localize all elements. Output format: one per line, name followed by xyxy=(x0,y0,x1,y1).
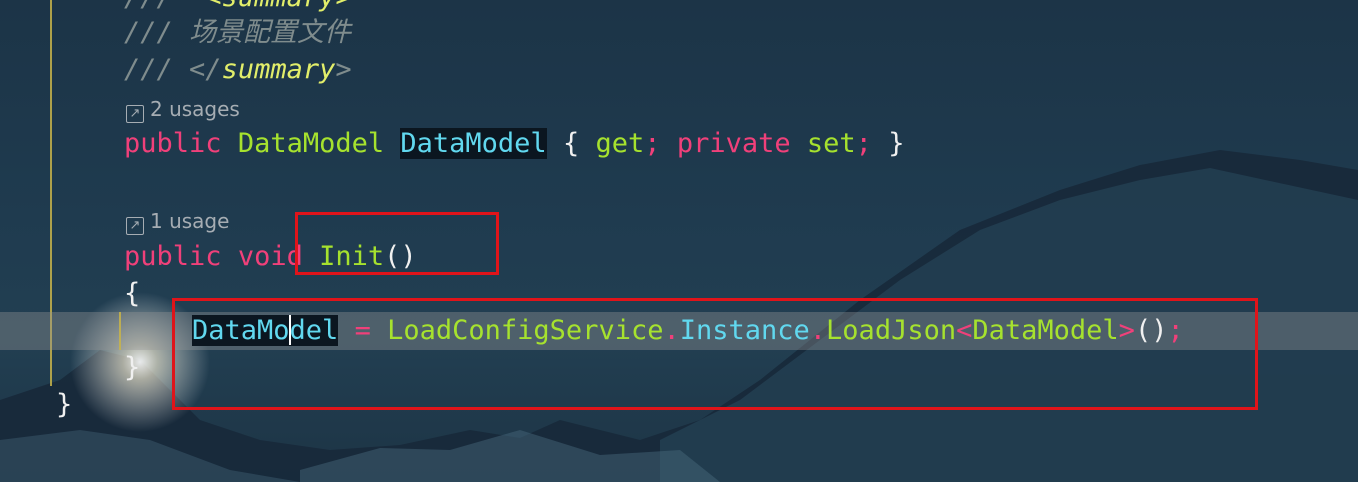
comment-slashes: /// xyxy=(124,0,173,13)
comment-slashes: /// xyxy=(124,54,173,85)
accessor-get: get xyxy=(595,128,645,159)
keyword-private: private xyxy=(676,128,791,159)
usages-hint-text: 1 usage xyxy=(150,209,230,233)
keyword-public: public xyxy=(124,128,222,159)
indent-guide-inner xyxy=(119,312,121,350)
highlight-box-init xyxy=(295,212,499,275)
doc-comment-summary-close: /// </summary> xyxy=(124,51,352,89)
summary-close-bracket: </ xyxy=(189,54,222,85)
semicolon: ; xyxy=(855,128,872,159)
summary-close-end: > xyxy=(335,54,352,85)
property-declaration-line: public DataModel DataModel { get; privat… xyxy=(124,125,904,163)
usages-hint-text: 2 usages xyxy=(150,97,240,121)
method-body-open-brace: { xyxy=(124,275,140,313)
keyword-public: public xyxy=(124,241,222,272)
comment-slashes: /// xyxy=(124,17,173,48)
close-brace: } xyxy=(56,389,73,420)
property-name[interactable]: DataModel xyxy=(400,128,547,159)
doc-comment-text-line: /// 场景配置文件 xyxy=(124,14,351,52)
arrow-up-right-icon: ↗ xyxy=(126,217,144,235)
usages-hint-property[interactable]: ↗ 2 usages xyxy=(126,96,240,123)
keyword-void: voi xyxy=(237,241,287,272)
brace-close: } xyxy=(888,128,905,159)
highlight-box-statement xyxy=(172,298,1258,410)
class-close-brace: } xyxy=(56,386,72,424)
method-body-close-brace: } xyxy=(124,349,140,387)
arrow-up-right-icon: ↗ xyxy=(126,105,144,123)
accessor-set: set xyxy=(806,128,856,159)
type-name[interactable]: DataModel xyxy=(238,128,384,159)
open-brace: { xyxy=(124,278,141,309)
comment-text: 场景配置文件 xyxy=(189,17,352,48)
usages-hint-method[interactable]: ↗ 1 usage xyxy=(126,208,229,235)
summary-open-tag: <summary> xyxy=(205,0,351,13)
close-brace: } xyxy=(124,352,141,383)
summary-close-word: summary xyxy=(221,54,336,85)
semicolon: ; xyxy=(644,128,661,159)
brace-open: { xyxy=(562,128,580,159)
